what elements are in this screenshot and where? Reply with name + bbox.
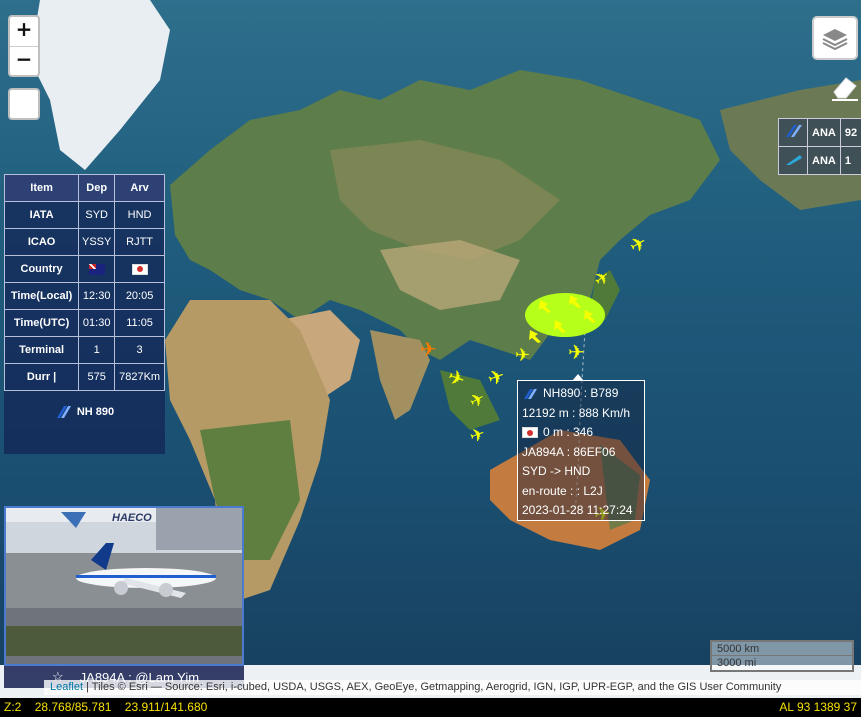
dep-value: 1 [78, 336, 116, 364]
scale-km: 5000 km [710, 640, 854, 656]
coord-readout-2: 23.911/141.680 [124, 700, 208, 714]
app: ✈ ✈ ✈ ✈ ✈ ✈ ✈ ✈ ✈ ✈ + − ANA 92 ANA 1 Ite… [0, 0, 861, 717]
col-header: Arv [114, 174, 165, 202]
dep-value: YSSY [78, 228, 116, 256]
row-label: Durr | [3, 363, 80, 391]
dep-value: 575 [78, 363, 116, 391]
popup-misc-row: 0 m : 346 [522, 423, 640, 443]
table-row: ICAO YSSY RJTT [3, 228, 165, 256]
arv-value: HND [114, 201, 165, 229]
ana-logo-icon [786, 125, 802, 137]
popup-flight: NH890 : B789 [543, 386, 619, 400]
ana-logo-icon [56, 406, 71, 418]
popup-reg: JA894A : 86EF06 [522, 444, 616, 459]
table-row: Terminal 1 3 [3, 336, 165, 364]
arv-value: 7827Km [114, 363, 165, 391]
dep-value: SYD [78, 201, 116, 229]
status-right: AL 93 1389 37 [779, 700, 857, 714]
table-row: Time(UTC) 01:30 11:05 [3, 309, 165, 337]
scale-mi: 3000 mi [710, 656, 854, 672]
col-header: Dep [78, 174, 116, 202]
popup-route: SYD -> HND [522, 464, 591, 478]
layers-icon [822, 29, 848, 51]
table-row: Durr | 575 7827Km [3, 363, 165, 391]
row-label: Terminal [3, 336, 80, 364]
attribution-text: | Tiles © Esri — Source: Esri, i-cubed, … [83, 681, 782, 693]
ana-logo-icon [786, 155, 802, 165]
aircraft-cluster-icon [525, 293, 605, 343]
aircraft-photo[interactable]: HAECO [4, 506, 244, 666]
zoom-control: + − [8, 15, 40, 77]
zoom-in-button[interactable]: + [10, 17, 38, 46]
flight-info-panel: Item Dep Arv IATA SYD HND ICAO YSSY RJTT… [3, 174, 165, 454]
airline-table: ANA 92 ANA 1 [778, 118, 861, 175]
airline-row[interactable]: ANA 1 [778, 146, 861, 175]
japan-flag-icon [131, 263, 148, 275]
airline-count: 92 [839, 118, 861, 147]
airline-logo [778, 146, 808, 175]
airline-logo [778, 118, 808, 147]
map-scale: 5000 km 3000 mi [710, 640, 854, 672]
japan-flag-icon [522, 427, 538, 439]
flight-number: NH 890 [76, 406, 115, 418]
eraser-button[interactable] [826, 72, 861, 104]
airline-count: 1 [839, 146, 861, 175]
airline-code: ANA [807, 146, 841, 175]
hangar-text: HAECO [112, 512, 152, 524]
aircraft-cluster[interactable] [520, 280, 610, 360]
popup-status: en-route : : L2J [522, 483, 603, 498]
row-label: Country [3, 255, 80, 283]
map-tool-button[interactable] [8, 88, 40, 120]
australia-flag-icon [88, 263, 105, 275]
row-label: ICAO [3, 228, 80, 256]
aircraft-popup: NH890 : B789 12192 m : 888 Km/h 0 m : 34… [517, 374, 645, 521]
flight-info-table: Item Dep Arv IATA SYD HND ICAO YSSY RJTT… [3, 174, 165, 391]
flight-chip[interactable]: NH 890 [4, 405, 165, 419]
row-label: IATA [3, 201, 80, 229]
aircraft-icon[interactable]: ✈ [515, 345, 530, 366]
table-row: IATA SYD HND [3, 201, 165, 229]
aircraft-icon[interactable]: ✈ [568, 340, 585, 365]
arv-value: 20:05 [114, 282, 165, 310]
popup-misc: 0 m : 346 [543, 425, 594, 439]
leaflet-link[interactable]: Leaflet [50, 681, 83, 693]
dep-value [78, 255, 116, 283]
arv-value: 11:05 [114, 309, 165, 337]
table-row: Time(Local) 12:30 20:05 [3, 282, 165, 310]
aircraft-icon[interactable]: ✈ [420, 337, 437, 362]
layers-button[interactable] [812, 16, 858, 60]
status-bar: Z:2 28.768/85.781 23.911/141.680 AL 93 1… [0, 698, 861, 717]
coord-readout-1: 28.768/85.781 [34, 700, 112, 714]
table-row: Country [3, 255, 165, 283]
zoom-level: Z:2 [4, 700, 22, 714]
row-label: Time(Local) [3, 282, 80, 310]
ana-logo-icon [524, 388, 537, 399]
dep-value: 12:30 [78, 282, 116, 310]
popup-flight-row: NH890 : B789 [522, 384, 640, 404]
airline-row[interactable]: ANA 92 [778, 118, 861, 147]
eraser-icon [831, 77, 858, 101]
arv-value [114, 255, 165, 283]
aircraft-photo-image [6, 508, 242, 664]
arv-value: RJTT [114, 228, 165, 256]
popup-alt-speed: 12192 m : 888 Km/h [522, 405, 631, 420]
row-label: Time(UTC) [3, 309, 80, 337]
airline-code: ANA [807, 118, 841, 147]
zoom-out-button[interactable]: − [10, 46, 38, 75]
popup-time: 2023-01-28 11:27:24 [522, 503, 633, 517]
dep-value: 01:30 [78, 309, 116, 337]
col-header: Item [3, 174, 80, 202]
arv-value: 3 [114, 336, 165, 364]
attribution: Leaflet | Tiles © Esri — Source: Esri, i… [44, 680, 861, 695]
